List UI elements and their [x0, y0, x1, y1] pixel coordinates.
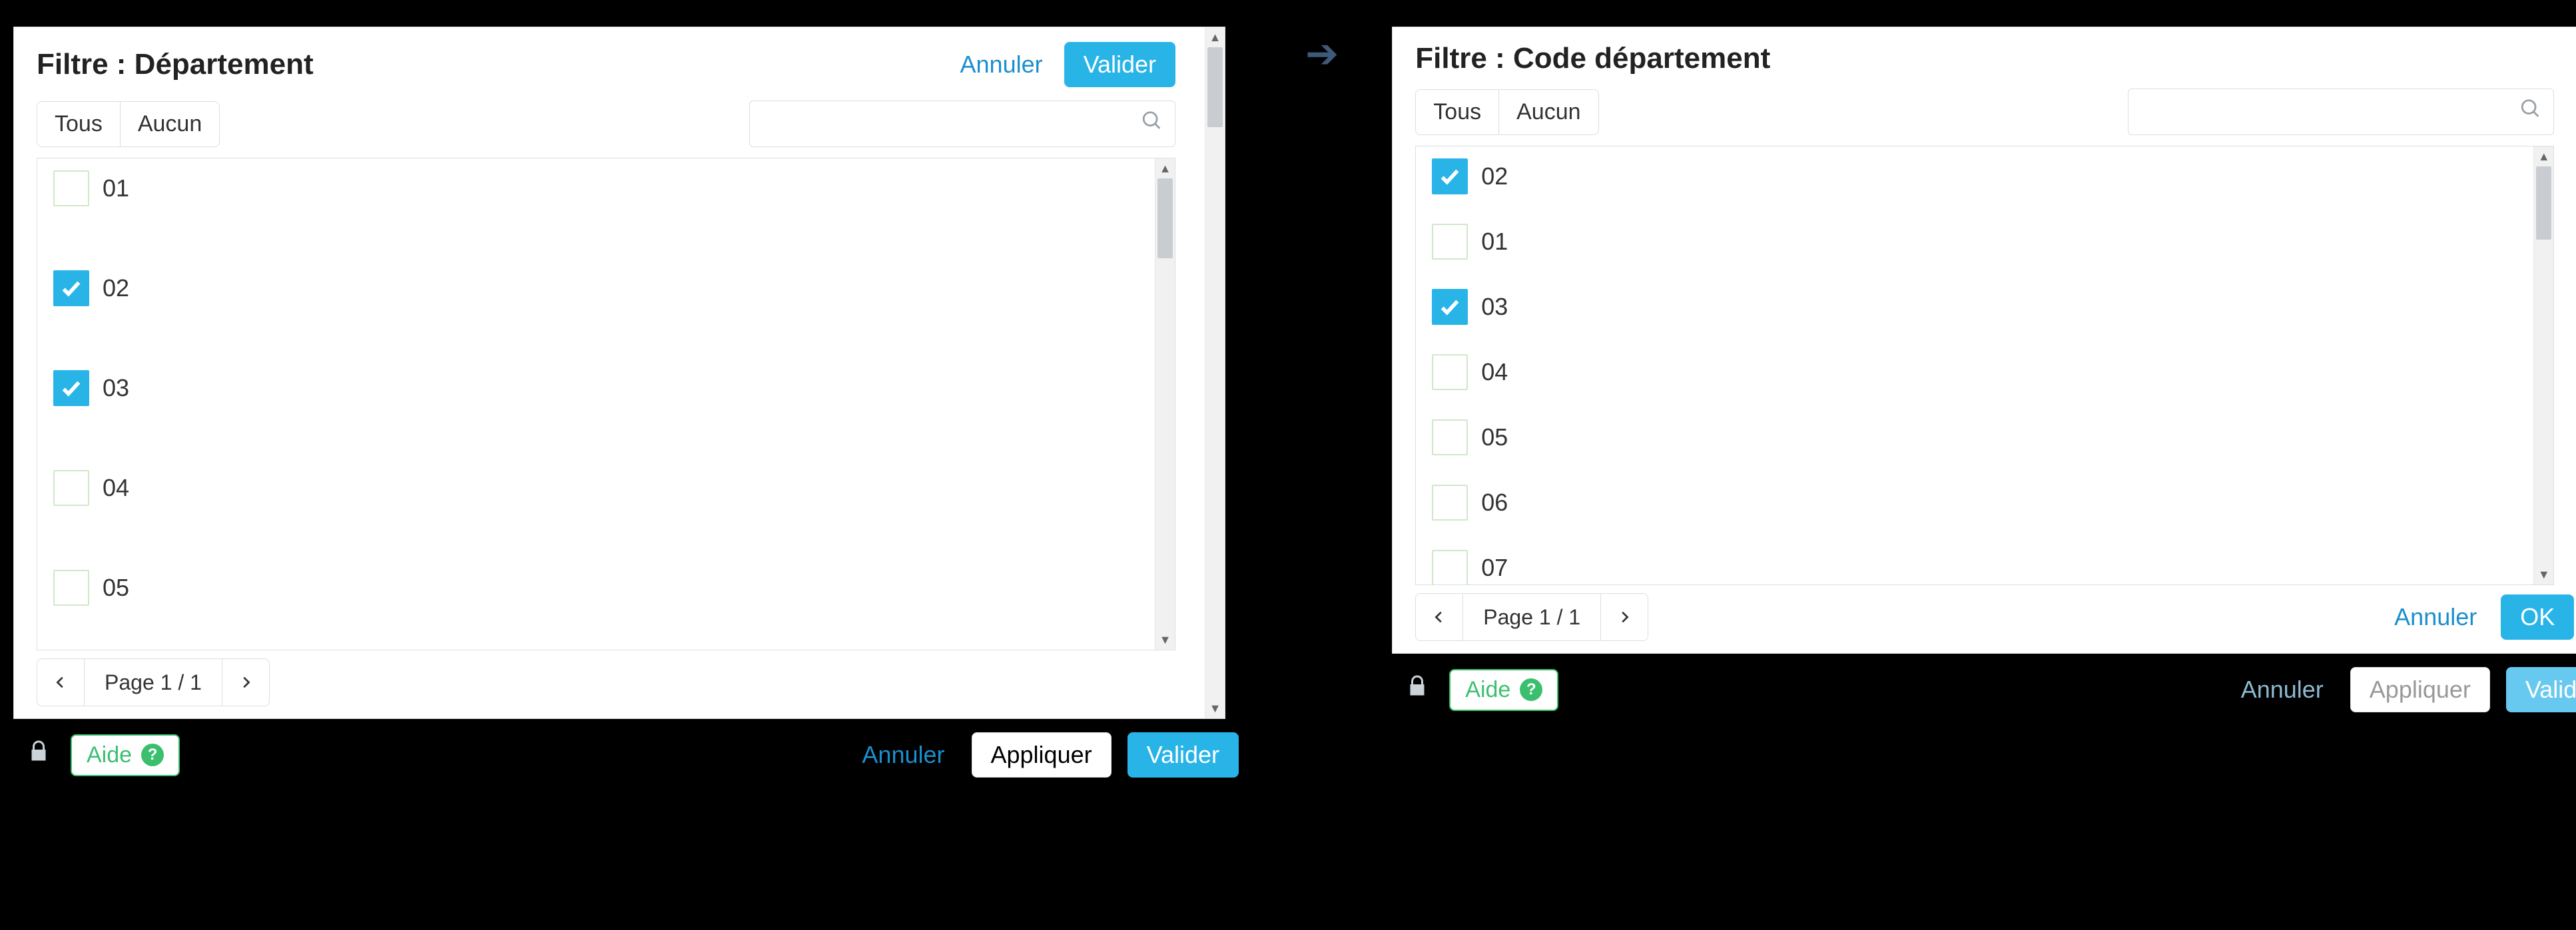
checkbox[interactable] [1432, 550, 1468, 584]
footer-bar-right: Aide ? Annuler Appliquer Valider [1392, 654, 2576, 712]
page-prev-button[interactable] [1415, 593, 1463, 641]
list-scrollbar[interactable]: ▲ ▼ [2533, 146, 2553, 584]
select-all-button[interactable]: Tous [37, 101, 120, 147]
select-all-none-group: Tous Aucun [37, 101, 220, 147]
item-label: 04 [103, 474, 129, 502]
footer-bar-left: Aide ? Annuler Appliquer Valider [13, 719, 1252, 778]
list-item: 02 [1432, 158, 2517, 194]
search-input[interactable] [749, 101, 1175, 147]
item-label: 04 [1481, 358, 1508, 386]
page-next-button[interactable] [1600, 593, 1648, 641]
list-item: 03 [1432, 289, 2517, 325]
item-label: 02 [1481, 162, 1508, 190]
confirm-button[interactable]: Valider [1064, 42, 1175, 87]
item-label: 03 [1481, 293, 1508, 321]
scroll-down-icon[interactable]: ▼ [1209, 698, 1221, 718]
item-label: 05 [1481, 423, 1508, 451]
cancel-button[interactable]: Annuler [950, 45, 1054, 84]
page-indicator: Page 1 / 1 [1463, 593, 1600, 641]
checkbox[interactable] [1432, 354, 1468, 390]
item-label: 05 [103, 574, 129, 602]
footer-cancel-button[interactable]: Annuler [2230, 670, 2334, 709]
checkbox[interactable] [1432, 224, 1468, 260]
list-item: 02 [53, 270, 1139, 306]
search-field [2128, 89, 2554, 135]
footer-confirm-button[interactable]: Valider [2506, 667, 2576, 712]
scroll-down-icon[interactable]: ▼ [1159, 630, 1171, 650]
panel-scrollbar[interactable]: ▲ ▼ [1205, 27, 1225, 718]
select-all-button[interactable]: Tous [1415, 89, 1498, 135]
checkbox[interactable] [1432, 158, 1468, 194]
checkbox[interactable] [53, 470, 89, 506]
checkbox[interactable] [1432, 419, 1468, 455]
footer-confirm-button[interactable]: Valider [1127, 732, 1239, 778]
select-none-button[interactable]: Aucun [120, 101, 220, 147]
search-icon[interactable] [2519, 98, 2542, 126]
item-label: 07 [1481, 554, 1508, 582]
item-label: 06 [1481, 489, 1508, 517]
item-label: 01 [103, 174, 129, 202]
footer-apply-button[interactable]: Appliquer [972, 732, 1112, 778]
search-field [749, 101, 1175, 147]
filter-panel-left: ▲ ▼ Filtre : Département Annuler Valider… [13, 27, 1225, 719]
help-label: Aide [87, 742, 132, 768]
help-icon: ? [141, 744, 164, 766]
arrow-icon: ➔ [1305, 27, 1339, 77]
help-icon: ? [1520, 678, 1542, 701]
scroll-thumb[interactable] [1157, 178, 1173, 258]
scroll-down-icon[interactable]: ▼ [2538, 565, 2550, 584]
checkbox[interactable] [1432, 289, 1468, 325]
help-button[interactable]: Aide ? [1449, 669, 1558, 711]
search-icon[interactable] [1141, 110, 1163, 138]
filter-panel-right: Filtre : Code département Tous Aucun 020… [1392, 27, 2576, 654]
checkbox[interactable] [53, 370, 89, 406]
lock-icon [27, 740, 51, 770]
list-item: 04 [1432, 354, 2517, 390]
page-next-button[interactable] [222, 658, 270, 706]
scroll-up-icon[interactable]: ▲ [1159, 158, 1171, 178]
help-button[interactable]: Aide ? [71, 734, 180, 776]
checkbox[interactable] [1432, 485, 1468, 521]
ok-button[interactable]: OK [2501, 594, 2574, 640]
panel-title: Filtre : Code département [1415, 42, 1770, 75]
list-item: 06 [1432, 485, 2517, 521]
item-label: 01 [1481, 228, 1508, 256]
cancel-button[interactable]: Annuler [2384, 598, 2487, 636]
list-item: 05 [1432, 419, 2517, 455]
item-label: 03 [103, 374, 129, 402]
page-prev-button[interactable] [37, 658, 85, 706]
lock-icon [1405, 674, 1429, 705]
list-scrollbar[interactable]: ▲ ▼ [1155, 158, 1175, 650]
checkbox[interactable] [53, 270, 89, 306]
select-none-button[interactable]: Aucun [1498, 89, 1598, 135]
select-all-none-group: Tous Aucun [1415, 89, 1598, 135]
help-label: Aide [1465, 677, 1510, 703]
search-input[interactable] [2128, 89, 2554, 135]
scroll-thumb[interactable] [2536, 166, 2551, 240]
items-list: 02 01 03 04 05 06 07 ▲ ▼ [1415, 146, 2554, 585]
scroll-up-icon[interactable]: ▲ [1209, 27, 1221, 47]
list-item: 01 [1432, 224, 2517, 260]
checkbox[interactable] [53, 570, 89, 606]
list-item: 01 [53, 170, 1139, 206]
checkbox[interactable] [53, 170, 89, 206]
page-indicator: Page 1 / 1 [85, 658, 222, 706]
footer-apply-button[interactable]: Appliquer [2350, 667, 2490, 712]
list-item: 03 [53, 370, 1139, 406]
list-item: 04 [53, 470, 1139, 506]
panel-title: Filtre : Département [37, 48, 314, 81]
scroll-up-icon[interactable]: ▲ [2538, 146, 2550, 166]
list-item: 07 [1432, 550, 2517, 584]
item-label: 02 [103, 274, 129, 302]
footer-cancel-button[interactable]: Annuler [851, 736, 955, 774]
items-list: 01 02 03 04 05 ▲ ▼ [37, 158, 1175, 650]
scroll-thumb[interactable] [1207, 47, 1223, 127]
list-item: 05 [53, 570, 1139, 606]
